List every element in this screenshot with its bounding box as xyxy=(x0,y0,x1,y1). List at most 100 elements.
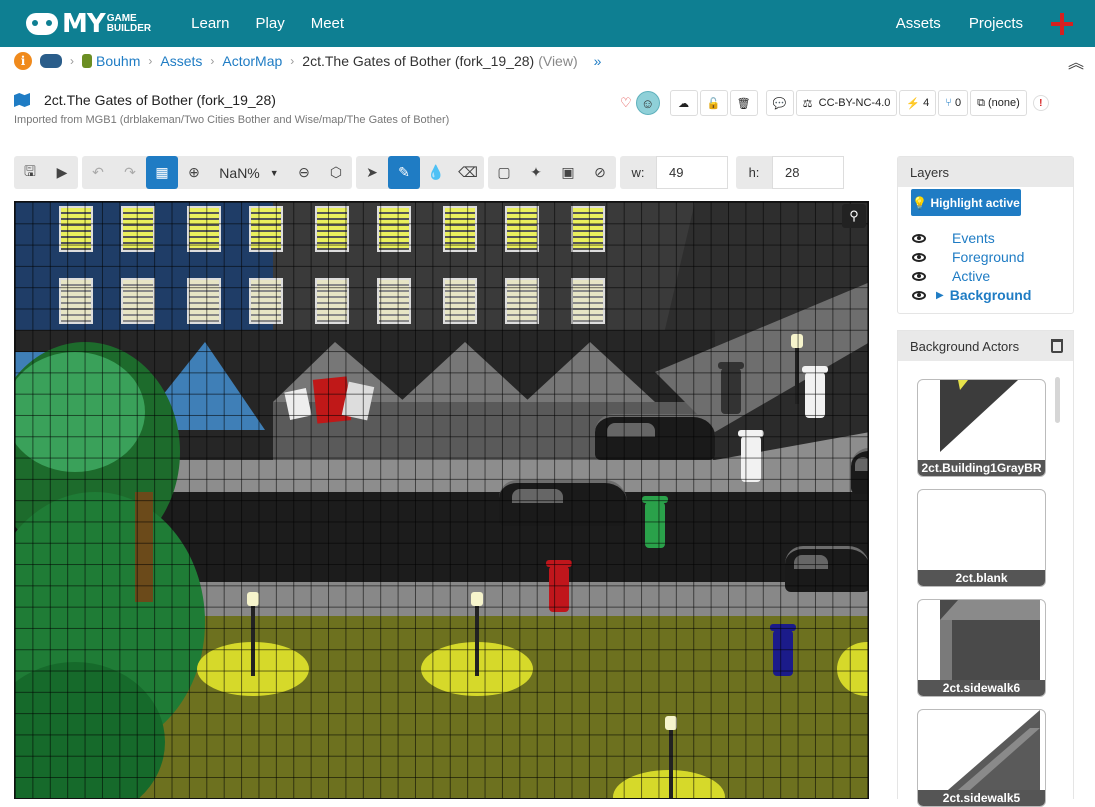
grid-icon[interactable]: ▦ xyxy=(146,156,178,189)
tile-label: 2ct.sidewalk5 xyxy=(918,790,1045,806)
save-icon[interactable]: 🖫 xyxy=(14,156,46,189)
chat-icon[interactable]: 💬 xyxy=(765,90,794,116)
actor-tile[interactable]: 2ct.sidewalk6 xyxy=(917,599,1046,697)
delete-trash-icon[interactable]: 🗑 xyxy=(729,90,758,116)
nav-projects[interactable]: Projects xyxy=(969,15,1023,32)
stamp-icon[interactable]: ✎ xyxy=(388,156,420,189)
license-label: CC-BY-NC-4.0 xyxy=(818,97,891,109)
map-icon xyxy=(14,93,30,107)
search-icon[interactable]: ⚲ xyxy=(842,204,866,228)
info-icon[interactable]: i xyxy=(14,52,32,70)
double-chevron-right-icon[interactable]: » xyxy=(594,53,602,69)
unlock-icon[interactable]: 🔓 xyxy=(699,90,728,116)
layers-panel: Layers 💡 Highlight active Events Foregro… xyxy=(897,156,1074,314)
width-input[interactable]: 49 xyxy=(656,156,728,189)
project-button[interactable]: ⧉ (none) xyxy=(970,90,1027,116)
breadcrumb-user[interactable]: Bouhm xyxy=(82,53,140,69)
layer-active[interactable]: Active xyxy=(912,268,990,284)
play-icon[interactable]: ▶ xyxy=(46,156,78,189)
actor-tile[interactable]: 2ct.blank xyxy=(917,489,1046,587)
layer-label[interactable]: Events xyxy=(952,230,995,246)
fork-button[interactable]: ⑂ 0 xyxy=(938,90,969,116)
breadcrumb-user-label[interactable]: Bouhm xyxy=(96,53,140,69)
layer-events[interactable]: Events xyxy=(912,230,995,246)
qr-select-icon[interactable]: ▣ xyxy=(552,156,584,189)
layer-foreground[interactable]: Foreground xyxy=(912,249,1024,265)
nav-assets[interactable]: Assets xyxy=(896,15,941,32)
toolbar-group-file: 🖫 ▶ xyxy=(14,156,78,189)
logo[interactable]: MY GAME BUILDER xyxy=(26,9,151,39)
actor-tile[interactable]: 2ct.sidewalk5 xyxy=(917,709,1046,807)
toolbar-group-select: ▢ ✦ ▣ ⊘ xyxy=(488,156,616,189)
breadcrumb-mode: (View) xyxy=(538,53,578,69)
license-button[interactable]: ⚖ CC-BY-NC-4.0 xyxy=(795,90,898,116)
breadcrumb: i › Bouhm › Assets › ActorMap › 2ct.The … xyxy=(14,50,1084,72)
eraser-icon[interactable]: ⌫ xyxy=(452,156,484,189)
height-label: h: xyxy=(736,156,772,189)
nav-right: Assets Projects xyxy=(896,12,1095,35)
create-plus-icon[interactable] xyxy=(1051,12,1073,35)
background-actors-title: Background Actors xyxy=(910,338,1020,354)
height-input[interactable]: 28 xyxy=(772,156,844,189)
highlight-active-button[interactable]: 💡 Highlight active xyxy=(911,189,1021,216)
breadcrumb-separator-icon: › xyxy=(210,54,215,68)
zoom-value: NaN% xyxy=(219,164,260,181)
asset-actions: ♡ ☺ ☁ 🔓 🗑 💬 ⚖ CC-BY-NC-4.0 ⚡ 4 ⑂ 0 ⧉ (no… xyxy=(620,90,1049,116)
nav-play[interactable]: Play xyxy=(256,15,285,32)
layer-background[interactable]: ▶ Background xyxy=(912,287,1031,303)
eye-icon[interactable] xyxy=(912,252,926,262)
breadcrumb-separator-icon: › xyxy=(148,54,153,68)
project-label: (none) xyxy=(988,97,1020,109)
map-canvas[interactable]: ⚲ xyxy=(14,201,869,799)
sitemap-icon: ⧉ xyxy=(977,96,985,109)
ban-icon[interactable]: ⊘ xyxy=(584,156,616,189)
rect-select-icon[interactable]: ▢ xyxy=(488,156,520,189)
layer-label[interactable]: Foreground xyxy=(952,249,1024,265)
bolt-count: 4 xyxy=(923,97,930,109)
width-label: w: xyxy=(620,156,656,189)
redo-icon[interactable]: ↷ xyxy=(114,156,146,189)
chevron-up-icon[interactable]: ︽ xyxy=(1068,49,1084,73)
fill-drop-icon[interactable]: 💧 xyxy=(420,156,452,189)
cube-icon[interactable]: ⬡ xyxy=(320,156,352,189)
bolt-button[interactable]: ⚡ 4 xyxy=(899,90,937,116)
fork-icon: ⑂ xyxy=(945,97,952,109)
toolbar-group-tools: ➤ ✎ 💧 ⌫ xyxy=(356,156,484,189)
breadcrumb-separator-icon: › xyxy=(70,54,74,68)
logo-subtext: GAME BUILDER xyxy=(106,13,152,34)
highlight-active-label: Highlight active xyxy=(930,195,1020,210)
caret-right-icon[interactable]: ▶ xyxy=(936,290,944,301)
nav-learn[interactable]: Learn xyxy=(191,15,229,32)
logo-sub-builder: BUILDER xyxy=(106,22,152,34)
cloud-upload-icon[interactable]: ☁ xyxy=(669,90,698,116)
background-actors-header: Background Actors xyxy=(898,331,1073,361)
alert-icon[interactable]: ! xyxy=(1032,95,1049,111)
tile-label: 2ct.Building1GrayBR xyxy=(918,460,1045,476)
smiley-icon[interactable]: ☺ xyxy=(635,91,660,115)
actor-tile[interactable]: 2ct.Building1GrayBR xyxy=(917,379,1046,477)
layer-label[interactable]: Active xyxy=(952,268,990,284)
asset-import-note: Imported from MGB1 (drblakeman/Two Citie… xyxy=(14,114,450,126)
asset-title: 2ct.The Gates of Bother (fork_19_28) xyxy=(44,92,276,108)
nav-meet[interactable]: Meet xyxy=(311,15,344,32)
layers-title: Layers xyxy=(910,164,950,180)
zoom-in-icon[interactable]: ⊕ xyxy=(178,156,210,189)
magic-wand-icon[interactable]: ✦ xyxy=(520,156,552,189)
layer-label[interactable]: Background xyxy=(950,287,1032,303)
eye-icon[interactable] xyxy=(912,271,926,281)
zoom-out-icon[interactable]: ⊖ xyxy=(288,156,320,189)
eye-icon[interactable] xyxy=(912,233,926,243)
zoom-select[interactable]: NaN% ▼ xyxy=(210,156,288,189)
breadcrumb-assets[interactable]: Assets xyxy=(160,53,202,69)
scrollbar-thumb[interactable] xyxy=(1055,377,1060,423)
breadcrumb-separator-icon: › xyxy=(290,54,295,68)
breadcrumb-kind[interactable]: ActorMap xyxy=(222,53,282,69)
undo-icon[interactable]: ↶ xyxy=(82,156,114,189)
pointer-icon[interactable]: ➤ xyxy=(356,156,388,189)
caret-down-icon: ▼ xyxy=(269,167,279,178)
gamepad-icon[interactable] xyxy=(40,54,62,68)
fork-count: 0 xyxy=(954,97,962,109)
heart-icon[interactable]: ♡ xyxy=(620,95,632,111)
trash-icon[interactable] xyxy=(1051,339,1063,353)
eye-icon[interactable] xyxy=(912,290,926,300)
